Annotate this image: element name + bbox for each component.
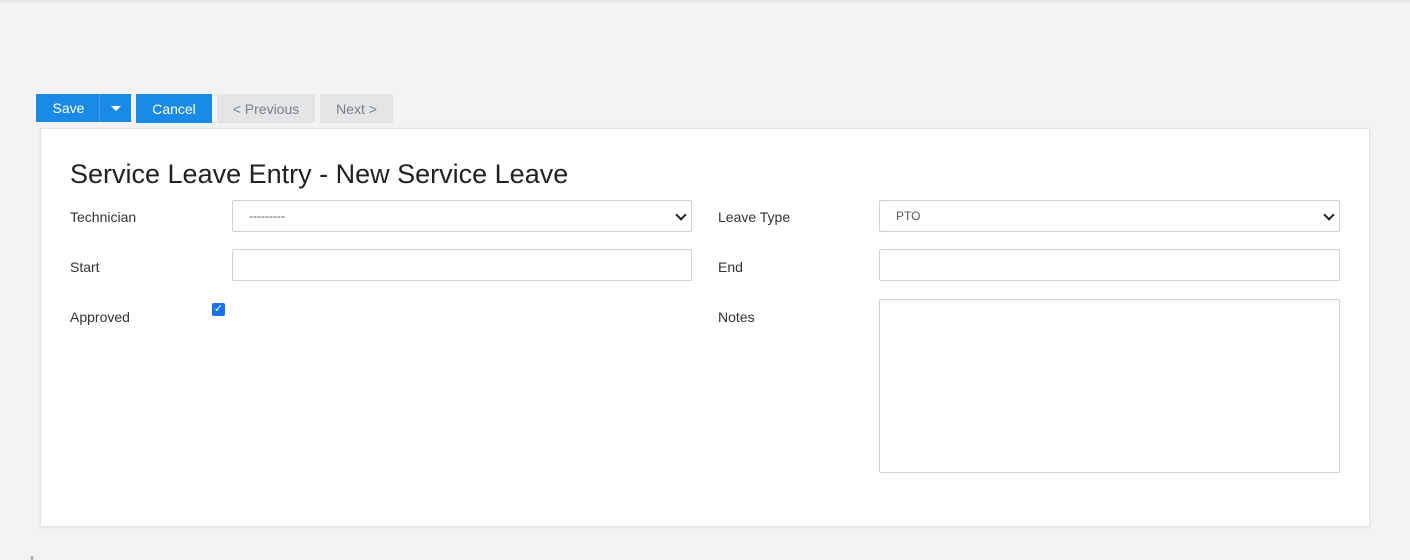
end-label: End <box>718 259 743 275</box>
cancel-button[interactable]: Cancel <box>136 94 212 123</box>
check-icon: ✓ <box>213 303 224 315</box>
leave-type-select[interactable]: PTO <box>879 200 1340 232</box>
technician-select[interactable]: --------- <box>232 200 692 232</box>
chevron-down-icon <box>110 105 121 111</box>
notes-label: Notes <box>718 309 755 325</box>
footer-mark: ° <box>30 556 34 560</box>
technician-label: Technician <box>70 209 137 225</box>
approved-label: Approved <box>70 309 130 325</box>
top-bar-shadow <box>0 0 1410 4</box>
service-leave-form-card: Service Leave Entry - New Service Leave … <box>40 128 1370 527</box>
leave-type-label: Leave Type <box>718 209 791 225</box>
save-button[interactable]: Save <box>36 94 99 122</box>
technician-selected-value: --------- <box>249 209 285 223</box>
previous-button[interactable]: < Previous <box>217 94 315 123</box>
chevron-down-icon <box>1323 209 1335 221</box>
start-label: Start <box>70 259 100 275</box>
save-options-button[interactable] <box>99 94 131 122</box>
start-input[interactable] <box>232 249 692 281</box>
leave-type-selected-value: PTO <box>896 209 921 223</box>
form-toolbar: Save Cancel < Previous Next > <box>36 94 393 123</box>
next-button[interactable]: Next > <box>320 94 393 123</box>
notes-textarea[interactable] <box>879 299 1340 473</box>
end-input[interactable] <box>879 249 1340 281</box>
approved-checkbox[interactable]: ✓ <box>212 303 225 316</box>
chevron-down-icon <box>675 209 687 221</box>
save-button-group: Save <box>36 94 131 122</box>
page-title: Service Leave Entry - New Service Leave <box>70 159 569 189</box>
